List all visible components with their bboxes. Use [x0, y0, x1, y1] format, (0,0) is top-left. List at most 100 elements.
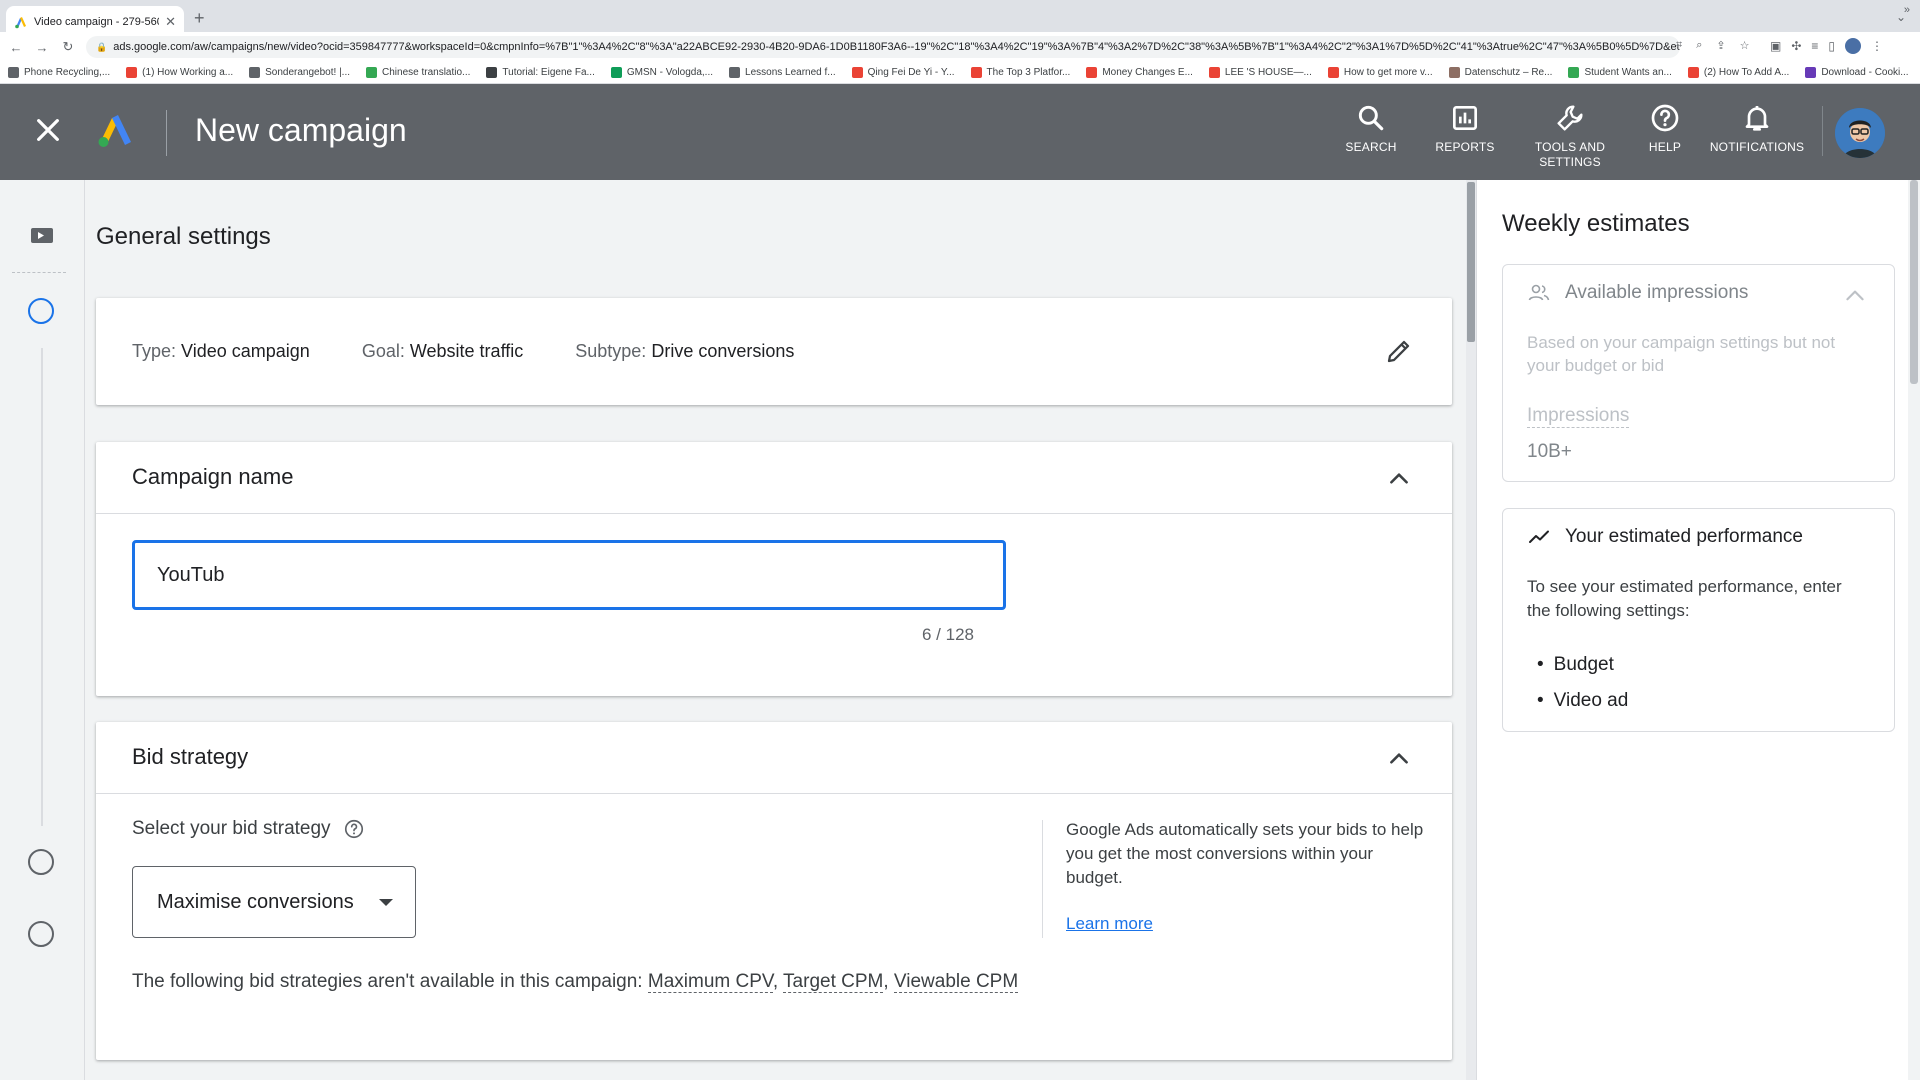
bookmark-label: (2) How To Add A...	[1703, 67, 1790, 78]
step-general-settings[interactable]	[28, 298, 54, 324]
step-connector	[41, 348, 43, 826]
reports-button[interactable]: REPORTS	[1434, 102, 1496, 155]
header-divider	[166, 110, 167, 156]
bookmark-label: Qing Fei De Yi - Y...	[867, 67, 955, 78]
url-bar[interactable]: 🔒 ads.google.com/aw/campaigns/new/video?…	[86, 36, 1680, 58]
avatar[interactable]	[1835, 108, 1885, 158]
bookmark-label: (1) How Working a...	[142, 67, 234, 78]
help-icon	[1651, 104, 1679, 132]
bid-info-text: Google Ads automatically sets your bids …	[1066, 820, 1424, 887]
address-bar-row: ← → ↻ 🔒 ads.google.com/aw/campaigns/new/…	[0, 32, 1920, 62]
zoom-icon[interactable]: ⌕	[1696, 39, 1702, 52]
share-icon[interactable]: ⇪	[1716, 39, 1725, 52]
bookmark-label: Phone Recycling,...	[24, 67, 111, 78]
list-item: Budget	[1537, 647, 1628, 683]
bookmark-item[interactable]: Download - Cooki...	[1805, 67, 1909, 78]
available-impressions-header[interactable]: Available impressions	[1527, 281, 1748, 305]
section-title: General settings	[96, 223, 271, 250]
bookmark-item[interactable]: Lessons Learned f...	[729, 67, 836, 78]
bookmark-item[interactable]: (2) How To Add A...	[1687, 67, 1790, 78]
tools-and-settings-button[interactable]: TOOLS AND SETTINGS	[1530, 102, 1610, 170]
step-ad-group[interactable]	[28, 849, 54, 875]
summary-type: Type: Video campaign	[132, 341, 310, 361]
viewable-cpm-link[interactable]: Viewable CPM	[893, 971, 1019, 993]
bookmark-item[interactable]: Chinese translatio...	[366, 67, 470, 78]
help-circle-icon[interactable]	[343, 818, 365, 840]
new-tab-icon[interactable]: +	[194, 8, 205, 29]
summary-subtype: Subtype: Drive conversions	[575, 341, 795, 361]
bookmark-label: Chinese translatio...	[382, 67, 471, 78]
bookmarks-bar: Phone Recycling,... (1) How Working a... S…	[0, 62, 1920, 84]
target-cpm-link[interactable]: Target CPM	[783, 971, 884, 993]
bookmark-item[interactable]: Student Wants an...	[1568, 67, 1672, 78]
bookmark-favicon-icon	[8, 67, 19, 78]
bookmark-item[interactable]: (1) How Working a...	[126, 67, 233, 78]
reload-icon[interactable]: ↻	[58, 39, 78, 55]
bookmark-star-icon[interactable]: ☆	[1740, 39, 1750, 52]
bid-strategy-header[interactable]: Bid strategy	[96, 722, 1452, 794]
reading-list-icon[interactable]: ≡	[1811, 39, 1818, 53]
bookmark-item[interactable]: Tutorial: Eigene Fa...	[486, 67, 595, 78]
back-icon[interactable]: ←	[6, 40, 26, 55]
menu-icon[interactable]: ⋮	[1871, 39, 1883, 53]
bookmark-label: GMSN - Vologda,...	[626, 67, 714, 78]
pencil-icon[interactable]	[1384, 336, 1414, 366]
forward-icon[interactable]: →	[32, 40, 52, 55]
bookmark-favicon-icon	[249, 67, 261, 78]
bookmark-item[interactable]: Sonderangebot! |...	[249, 67, 350, 78]
bookmark-favicon-icon	[970, 67, 982, 78]
available-impressions-panel: Available impressions Based on your camp…	[1502, 264, 1895, 482]
bid-strategy-dropdown[interactable]: Maximise conversions	[132, 866, 416, 938]
bookmark-favicon-icon	[1805, 67, 1817, 78]
notifications-button[interactable]: NOTIFICATIONS	[1710, 102, 1804, 155]
extension-icon[interactable]: ▣	[1770, 39, 1781, 53]
bookmark-item[interactable]: Datenschutz – Re...	[1448, 67, 1552, 78]
bookmark-item[interactable]: Phone Recycling,...	[8, 67, 110, 78]
impressions-label[interactable]: Impressions	[1527, 405, 1630, 428]
panel-scrollbar[interactable]	[1908, 180, 1920, 1080]
bell-icon	[1745, 106, 1769, 131]
campaign-name-header[interactable]: Campaign name	[96, 442, 1452, 514]
header-separator	[1822, 106, 1823, 156]
user-avatar-icon	[1835, 108, 1885, 158]
bookmark-label: Money Changes E...	[1102, 67, 1193, 78]
tools-label: TOOLS AND SETTINGS	[1534, 140, 1606, 169]
reports-icon	[1453, 106, 1477, 130]
bookmark-favicon-icon	[1086, 67, 1098, 78]
help-button[interactable]: HELP	[1644, 102, 1686, 155]
chevron-up-icon[interactable]	[1842, 283, 1868, 309]
more-bookmarks-icon[interactable]: »	[1904, 4, 1910, 16]
help-label: HELP	[1648, 140, 1682, 154]
close-tab-icon[interactable]: ✕	[165, 14, 176, 30]
search-button[interactable]: SEARCH	[1345, 102, 1396, 155]
people-icon	[1528, 284, 1550, 301]
side-panel-icon[interactable]: ▯	[1828, 39, 1835, 53]
notifications-label: NOTIFICATIONS	[1709, 140, 1805, 154]
bookmark-item[interactable]: Money Changes E...	[1086, 67, 1193, 78]
bid-info-divider	[1042, 820, 1043, 938]
close-icon[interactable]	[32, 114, 64, 146]
learn-more-link[interactable]: Learn more	[1066, 914, 1153, 934]
character-counter: 6 / 128	[922, 625, 974, 644]
translate-icon[interactable]: ⌗	[1676, 39, 1682, 52]
bookmark-item[interactable]: How to get more v...	[1327, 67, 1433, 78]
bookmark-label: Tutorial: Eigene Fa...	[502, 67, 595, 78]
bookmark-label: The Top 3 Platfor...	[986, 67, 1071, 78]
chevron-up-icon[interactable]	[1386, 746, 1412, 772]
chevron-up-icon[interactable]	[1386, 466, 1412, 492]
campaign-name-card: Campaign name 6 / 128	[96, 442, 1452, 696]
bookmark-item[interactable]: LEE 'S HOUSE—...	[1208, 67, 1312, 78]
trending-icon	[1529, 530, 1549, 543]
bookmark-item[interactable]: The Top 3 Platfor...	[970, 67, 1071, 78]
main-scrollbar[interactable]	[1466, 180, 1476, 1080]
unavailable-strategies-note: The following bid strategies aren't avai…	[132, 971, 1019, 993]
bookmark-item[interactable]: Qing Fei De Yi - Y...	[851, 67, 955, 78]
step-review[interactable]	[28, 921, 54, 947]
impressions-description: Based on your campaign settings but not …	[1527, 333, 1836, 375]
maximum-cpv-link[interactable]: Maximum CPV	[647, 971, 773, 993]
puzzle-icon[interactable]: ✣	[1791, 39, 1801, 53]
profile-icon[interactable]	[1845, 38, 1862, 54]
campaign-name-input[interactable]	[132, 540, 1006, 610]
campaign-summary-card: Type: Video campaign Goal: Website traff…	[96, 298, 1452, 405]
bookmark-item[interactable]: GMSN - Vologda,...	[610, 67, 714, 78]
